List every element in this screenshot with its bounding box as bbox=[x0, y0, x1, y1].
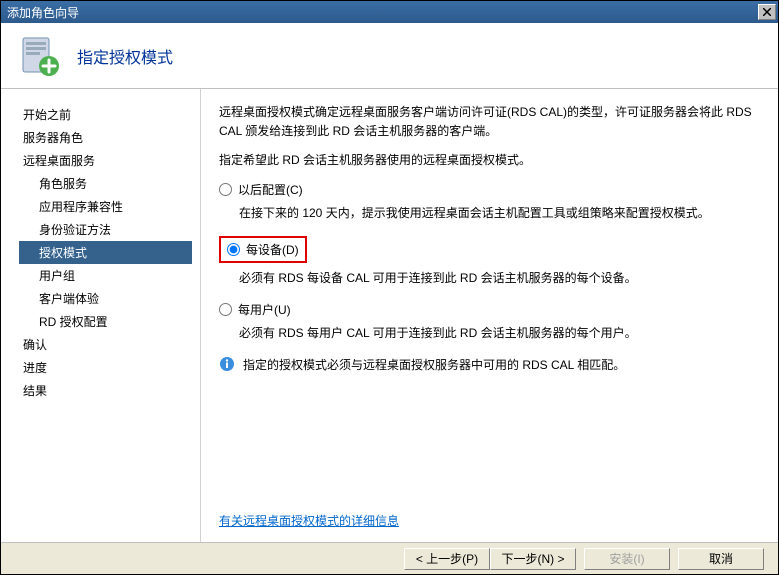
radio-label-2: 每用户(U) bbox=[238, 301, 291, 318]
info-row: 指定的授权模式必须与远程桌面授权服务器中可用的 RDS CAL 相匹配。 bbox=[219, 356, 760, 373]
sidebar: 开始之前服务器角色远程桌面服务角色服务应用程序兼容性身份验证方法授权模式用户组客… bbox=[1, 89, 201, 543]
sidebar-item-2[interactable]: 远程桌面服务 bbox=[19, 149, 192, 172]
radio-sub-2: 必须有 RDS 每用户 CAL 可用于连接到此 RD 会话主机服务器的每个用户。 bbox=[239, 324, 760, 342]
close-button[interactable] bbox=[758, 4, 776, 20]
radio-label-0: 以后配置(C) bbox=[238, 181, 303, 198]
sidebar-item-12[interactable]: 结果 bbox=[19, 379, 192, 402]
page-title: 指定授权模式 bbox=[77, 44, 173, 68]
sidebar-item-8[interactable]: 客户端体验 bbox=[19, 287, 192, 310]
sidebar-item-7[interactable]: 用户组 bbox=[19, 264, 192, 287]
sidebar-item-3[interactable]: 角色服务 bbox=[19, 172, 192, 195]
sidebar-item-0[interactable]: 开始之前 bbox=[19, 103, 192, 126]
window-title: 添加角色向导 bbox=[7, 4, 758, 21]
main-panel: 远程桌面授权模式确定远程桌面服务客户端访问许可证(RDS CAL)的类型，许可证… bbox=[201, 89, 778, 543]
description-2: 指定希望此 RD 会话主机服务器使用的远程桌面授权模式。 bbox=[219, 151, 760, 170]
sidebar-item-4[interactable]: 应用程序兼容性 bbox=[19, 195, 192, 218]
radio-option-1[interactable] bbox=[227, 243, 240, 256]
titlebar: 添加角色向导 bbox=[1, 1, 778, 23]
sidebar-item-1[interactable]: 服务器角色 bbox=[19, 126, 192, 149]
sidebar-item-9[interactable]: RD 授权配置 bbox=[19, 310, 192, 333]
radio-sub-0: 在接下来的 120 天内，提示我使用远程桌面会话主机配置工具或组策略来配置授权模… bbox=[239, 204, 760, 222]
radio-group: 以后配置(C) 在接下来的 120 天内，提示我使用远程桌面会话主机配置工具或组策… bbox=[219, 181, 760, 342]
info-icon bbox=[219, 356, 235, 372]
sidebar-item-11[interactable]: 进度 bbox=[19, 356, 192, 379]
close-icon bbox=[763, 8, 771, 16]
help-link[interactable]: 有关远程桌面授权模式的详细信息 bbox=[219, 514, 399, 528]
header: 指定授权模式 bbox=[1, 23, 778, 89]
highlight-box: 每设备(D) bbox=[219, 236, 307, 263]
description-1: 远程桌面授权模式确定远程桌面服务客户端访问许可证(RDS CAL)的类型，许可证… bbox=[219, 103, 760, 141]
sidebar-item-10[interactable]: 确认 bbox=[19, 333, 192, 356]
radio-option-0[interactable] bbox=[219, 183, 232, 196]
radio-label-1: 每设备(D) bbox=[246, 241, 299, 258]
footer: < 上一步(P) 下一步(N) > 安装(I) 取消 bbox=[1, 542, 778, 574]
wizard-icon bbox=[15, 32, 63, 80]
help-link-row: 有关远程桌面授权模式的详细信息 bbox=[219, 512, 399, 529]
cancel-button[interactable]: 取消 bbox=[678, 548, 764, 570]
sidebar-item-6[interactable]: 授权模式 bbox=[19, 241, 192, 264]
info-text: 指定的授权模式必须与远程桌面授权服务器中可用的 RDS CAL 相匹配。 bbox=[243, 356, 625, 373]
install-button: 安装(I) bbox=[584, 548, 670, 570]
sidebar-item-5[interactable]: 身份验证方法 bbox=[19, 218, 192, 241]
prev-button[interactable]: < 上一步(P) bbox=[404, 548, 490, 570]
next-button[interactable]: 下一步(N) > bbox=[490, 548, 576, 570]
radio-option-2[interactable] bbox=[219, 303, 232, 316]
radio-sub-1: 必须有 RDS 每设备 CAL 可用于连接到此 RD 会话主机服务器的每个设备。 bbox=[239, 269, 760, 287]
